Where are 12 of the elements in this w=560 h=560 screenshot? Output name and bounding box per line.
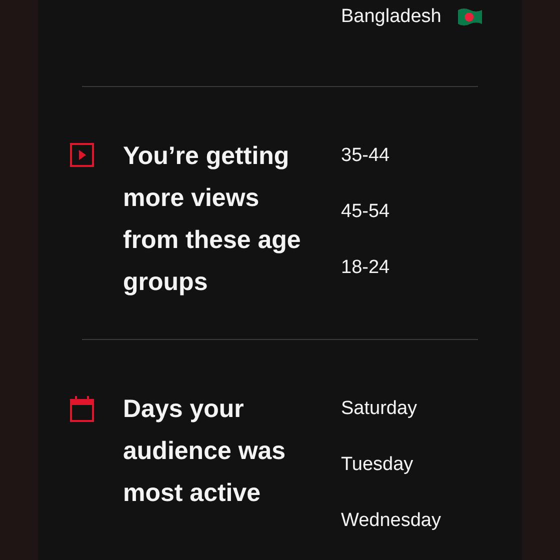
list-value: Bangladesh [341, 5, 442, 29]
list-value: 18-24 [341, 256, 390, 280]
flag-icon [457, 7, 484, 27]
list-value: 35-44 [341, 144, 390, 168]
list-value: Wednesday [341, 509, 441, 533]
section-heading: You’re getting more views from these age groups [123, 141, 302, 298]
list-value: 45-54 [341, 200, 390, 224]
list-value: Saturday [341, 397, 418, 421]
play-icon [70, 143, 94, 167]
calendar-icon [70, 396, 94, 422]
section-heading: Days your audience was most active [123, 394, 287, 509]
list-value: Tuesday [341, 453, 414, 477]
